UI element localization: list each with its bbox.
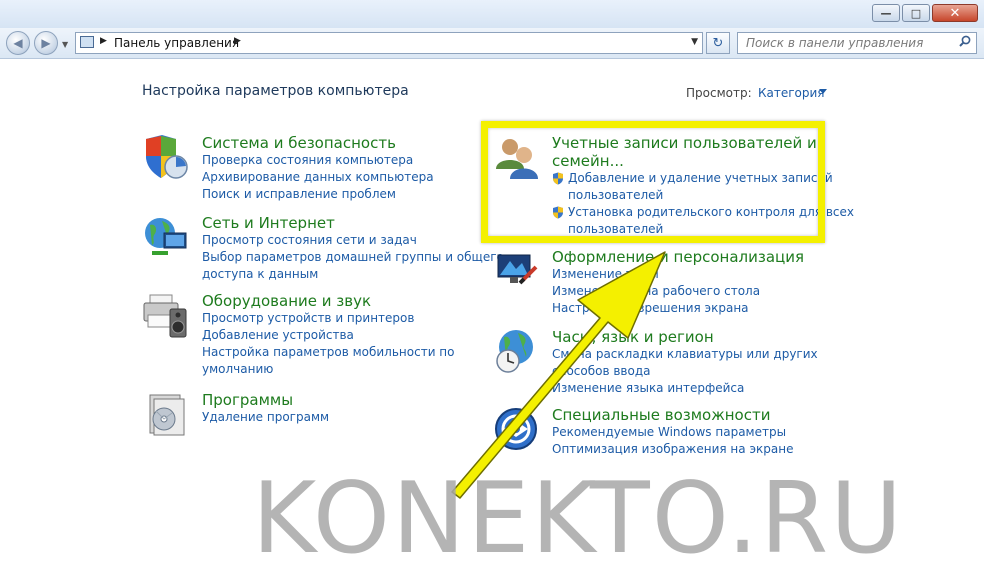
link-change-theme[interactable]: Изменение темы xyxy=(552,266,804,283)
breadcrumb-arrow-icon[interactable]: ▶ xyxy=(100,36,107,46)
close-icon: ✕ xyxy=(949,5,961,21)
link-homegroup[interactable]: Выбор параметров домашней группы и общег… xyxy=(202,249,504,266)
category-programs: Программы Удаление программ xyxy=(202,391,329,426)
category-ease-of-access: Специальные возможности Рекомендуемые Wi… xyxy=(552,406,793,458)
link-keyboard-layout[interactable]: Смена раскладки клавиатуры или других xyxy=(552,346,818,363)
network-internet-icon[interactable] xyxy=(142,213,190,261)
link-change-background[interactable]: Изменение фона рабочего стола xyxy=(552,283,804,300)
minimize-button[interactable]: — xyxy=(872,4,900,22)
watermark: KONEKTO.RU xyxy=(252,462,904,576)
category-title-clock-region[interactable]: Часы, язык и регион xyxy=(552,328,818,346)
category-appearance: Оформление и персонализация Изменение те… xyxy=(552,248,804,317)
link-troubleshoot[interactable]: Поиск и исправление проблем xyxy=(202,186,434,203)
view-by-caret-icon[interactable] xyxy=(819,89,827,94)
forward-arrow-icon: ▶ xyxy=(41,36,51,50)
link-check-status[interactable]: Проверка состояния компьютера xyxy=(202,152,434,169)
link-recommended-settings[interactable]: Рекомендуемые Windows параметры xyxy=(552,424,793,441)
search-icon[interactable] xyxy=(959,35,971,47)
link-devices-printers[interactable]: Просмотр устройств и принтеров xyxy=(202,310,455,327)
category-title-hardware-sound[interactable]: Оборудование и звук xyxy=(202,292,455,310)
link-resolution[interactable]: Настройка разрешения экрана xyxy=(552,300,804,317)
ease-of-access-icon[interactable] xyxy=(492,405,540,453)
category-hardware-sound: Оборудование и звук Просмотр устройств и… xyxy=(202,292,455,378)
system-security-icon[interactable] xyxy=(142,133,190,181)
view-by-dropdown[interactable]: Категория xyxy=(758,86,825,100)
category-network-internet: Сеть и Интернет Просмотр состояния сети … xyxy=(202,214,504,283)
programs-icon[interactable] xyxy=(142,389,190,437)
search-input[interactable]: Поиск в панели управления xyxy=(746,36,923,50)
address-dropdown-icon[interactable]: ▼ xyxy=(691,37,698,47)
back-arrow-icon: ◀ xyxy=(13,36,23,50)
clock-language-region-icon[interactable] xyxy=(492,327,540,375)
search-box[interactable]: Поиск в панели управления xyxy=(737,32,977,54)
category-title-ease-of-access[interactable]: Специальные возможности xyxy=(552,406,793,424)
title-bar: — □ ✕ xyxy=(0,0,984,28)
breadcrumb-arrow-icon[interactable]: ▶ xyxy=(234,36,241,46)
recent-pages-dropdown-icon[interactable]: ▼ xyxy=(62,40,68,49)
category-clock-region: Часы, язык и регион Смена раскладки клав… xyxy=(552,328,818,397)
minimize-icon: — xyxy=(880,6,892,20)
close-button[interactable]: ✕ xyxy=(932,4,978,22)
page-title: Настройка параметров компьютера xyxy=(142,83,409,99)
category-title-network-internet[interactable]: Сеть и Интернет xyxy=(202,214,504,232)
link-homegroup-cont[interactable]: доступа к данным xyxy=(202,266,504,283)
link-mobility[interactable]: Настройка параметров мобильности по xyxy=(202,344,455,361)
link-add-device[interactable]: Добавление устройства xyxy=(202,327,455,344)
control-panel-icon xyxy=(80,36,94,48)
appearance-icon[interactable] xyxy=(492,247,540,295)
refresh-icon: ↻ xyxy=(712,35,724,51)
link-keyboard-layout-cont[interactable]: способов ввода xyxy=(552,363,818,380)
category-system-security: Система и безопасность Проверка состояни… xyxy=(202,134,434,203)
link-mobility-cont[interactable]: умолчанию xyxy=(202,361,455,378)
link-backup[interactable]: Архивирование данных компьютера xyxy=(202,169,434,186)
breadcrumb-control-panel[interactable]: Панель управления xyxy=(114,36,239,50)
view-by-label: Просмотр: xyxy=(686,86,752,100)
forward-button[interactable]: ▶ xyxy=(34,31,58,55)
category-title-programs[interactable]: Программы xyxy=(202,391,329,409)
category-title-appearance[interactable]: Оформление и персонализация xyxy=(552,248,804,266)
link-optimize-display[interactable]: Оптимизация изображения на экране xyxy=(552,441,793,458)
hardware-sound-icon[interactable] xyxy=(142,291,190,339)
address-bar[interactable]: ▶ Панель управления ▶ ▼ xyxy=(75,32,703,54)
category-title-system-security[interactable]: Система и безопасность xyxy=(202,134,434,152)
link-interface-language[interactable]: Изменение языка интерфейса xyxy=(552,380,818,397)
navigation-bar: ◀ ▶ ▼ ▶ Панель управления ▶ ▼ ↻ Поиск в … xyxy=(0,28,984,59)
refresh-button[interactable]: ↻ xyxy=(706,32,730,54)
maximize-icon: □ xyxy=(910,6,922,20)
maximize-button[interactable]: □ xyxy=(902,4,930,22)
link-network-status[interactable]: Просмотр состояния сети и задач xyxy=(202,232,504,249)
highlight-box xyxy=(481,121,825,243)
window-controls: — □ ✕ xyxy=(872,4,978,22)
back-button[interactable]: ◀ xyxy=(6,31,30,55)
link-uninstall[interactable]: Удаление программ xyxy=(202,409,329,426)
